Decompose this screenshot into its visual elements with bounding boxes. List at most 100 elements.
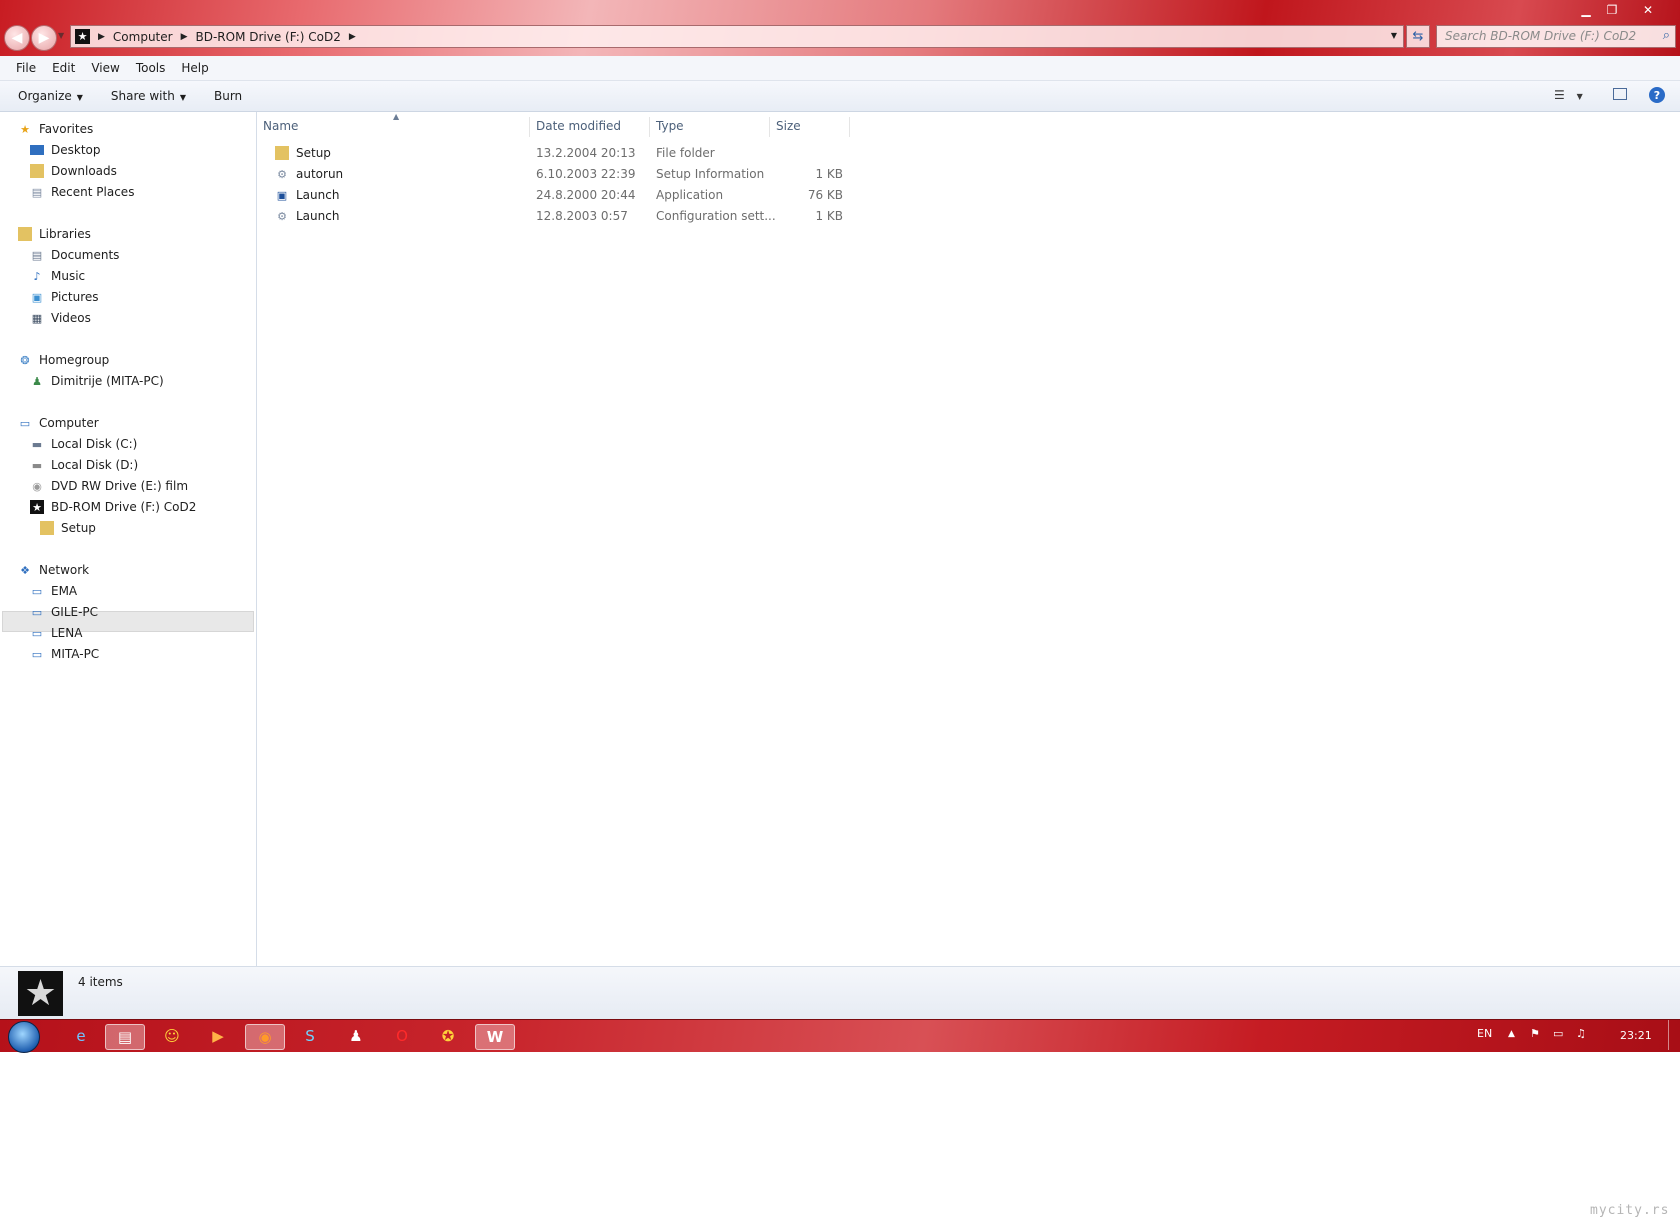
- opera-icon[interactable]: O: [383, 1024, 421, 1048]
- close-button[interactable]: ✕: [1625, 0, 1671, 19]
- file-row[interactable]: ▣ Launch 24.8.2000 20:44 Application 76 …: [257, 186, 857, 206]
- nav-item-network-pc[interactable]: ▭ EMA: [30, 584, 77, 598]
- show-hidden-icons-icon[interactable]: ▲: [1508, 1029, 1515, 1039]
- nav-item-network-pc[interactable]: ▭ MITA-PC: [30, 647, 99, 661]
- nav-homegroup[interactable]: ❂ Homegroup: [18, 353, 109, 367]
- volume-icon[interactable]: ♫: [1576, 1027, 1586, 1040]
- show-desktop-button[interactable]: [1668, 1020, 1679, 1050]
- chevron-right-icon[interactable]: ▶: [98, 32, 105, 42]
- nav-item-label: Pictures: [51, 290, 99, 304]
- column-header-size[interactable]: Size: [770, 117, 850, 137]
- menu-edit[interactable]: Edit: [44, 61, 83, 75]
- nav-computer-label: Computer: [39, 416, 99, 430]
- chevron-right-icon[interactable]: ▶: [349, 32, 356, 42]
- column-header-name[interactable]: Name: [257, 117, 530, 137]
- nav-item-documents[interactable]: ▤ Documents: [30, 248, 120, 262]
- network-tray-icon[interactable]: ▭: [1553, 1027, 1563, 1040]
- address-dropdown-icon[interactable]: ▼: [1391, 31, 1397, 40]
- nav-item-label: Local Disk (D:): [51, 458, 139, 472]
- nav-item-downloads[interactable]: Downloads: [30, 164, 117, 178]
- file-type: Configuration sett...: [656, 209, 776, 223]
- nav-item-local-disk-c[interactable]: ▬ Local Disk (C:): [30, 437, 138, 451]
- nav-item-videos[interactable]: ▦ Videos: [30, 311, 91, 325]
- organize-label: Organize: [18, 89, 72, 103]
- start-button[interactable]: [8, 1021, 40, 1053]
- messenger-smiley-icon[interactable]: ☺: [153, 1024, 191, 1048]
- firefox-icon[interactable]: ◉: [245, 1024, 285, 1050]
- taskbar: e ▤ ☺ ▶ ◉ S ♟ O ✪ W EN ▲ ⚑ ▭ ♫ 23:21: [0, 1019, 1680, 1053]
- nav-item-label: BD-ROM Drive (F:) CoD2: [51, 500, 197, 514]
- nav-item-label: GILE-PC: [51, 605, 99, 619]
- nav-item-bd-rom-drive[interactable]: ★ BD-ROM Drive (F:) CoD2: [30, 500, 196, 514]
- nav-network[interactable]: ❖ Network: [18, 563, 89, 577]
- restore-button[interactable]: ❐: [1599, 0, 1625, 19]
- nav-item-network-pc[interactable]: ▭ GILE-PC: [30, 605, 98, 619]
- preview-pane-button[interactable]: [1613, 88, 1627, 100]
- command-bar: Organize ▼ Share with ▼ Burn: [0, 81, 1680, 112]
- word-icon[interactable]: W: [475, 1024, 515, 1050]
- file-type: File folder: [656, 146, 715, 160]
- back-button[interactable]: ◀: [4, 25, 30, 51]
- navigation-pane: ★ Favorites Desktop Downloads ▤ Recent Pla…: [0, 112, 257, 966]
- drive-star-icon: ★: [75, 29, 90, 44]
- nav-computer[interactable]: ▭ Computer: [18, 416, 99, 430]
- nav-item-recent-places[interactable]: ▤ Recent Places: [30, 185, 135, 199]
- nav-item-local-disk-d[interactable]: ▬ Local Disk (D:): [30, 458, 138, 472]
- clock[interactable]: 23:21: [1620, 1029, 1652, 1042]
- refresh-button[interactable]: ⇆: [1406, 25, 1430, 48]
- menu-tools[interactable]: Tools: [128, 61, 174, 75]
- nav-item-pictures[interactable]: ▣ Pictures: [30, 290, 99, 304]
- column-header-type[interactable]: Type: [650, 117, 770, 137]
- menu-file[interactable]: File: [8, 61, 44, 75]
- skype-icon[interactable]: S: [291, 1024, 329, 1048]
- nav-item-dvd-drive[interactable]: ◉ DVD RW Drive (E:) film: [30, 479, 188, 493]
- organize-button[interactable]: Organize ▼: [8, 89, 93, 103]
- config-file-icon: ⚙: [277, 209, 287, 223]
- nav-libraries[interactable]: Libraries: [18, 227, 91, 241]
- action-center-flag-icon[interactable]: ⚑: [1530, 1027, 1540, 1040]
- recent-places-icon: ▤: [31, 185, 43, 199]
- network-computer-icon: ▭: [31, 584, 43, 598]
- file-row[interactable]: ⚙ Launch 12.8.2003 0:57 Configuration se…: [257, 207, 857, 227]
- details-view-icon: ☰: [1554, 88, 1565, 102]
- help-button[interactable]: ?: [1649, 87, 1665, 103]
- hard-drive-icon: ▬: [31, 458, 43, 472]
- file-type: Application: [656, 188, 724, 202]
- menu-view[interactable]: View: [83, 61, 127, 75]
- recent-pages-dropdown-icon[interactable]: ▼: [58, 31, 64, 40]
- forward-button[interactable]: ▶: [31, 25, 57, 51]
- item-count: 4 items: [78, 975, 123, 989]
- file-row[interactable]: Setup 13.2.2004 20:13 File folder: [257, 144, 857, 164]
- refresh-icon: ⇆: [1412, 29, 1424, 44]
- search-input[interactable]: Search BD-ROM Drive (F:) CoD2 ⌕: [1436, 25, 1676, 48]
- nav-item-label: Downloads: [51, 164, 117, 178]
- address-bar[interactable]: ★ ▶ Computer ▶ BD-ROM Drive (F:) CoD2 ▶ …: [70, 25, 1404, 48]
- nav-item-network-pc[interactable]: ▭ LENA: [30, 626, 83, 640]
- nav-item-music[interactable]: ♪ Music: [30, 269, 85, 283]
- nav-favorites[interactable]: ★ Favorites: [18, 122, 93, 136]
- network-computer-icon: ▭: [31, 605, 43, 619]
- language-indicator[interactable]: EN: [1477, 1027, 1492, 1040]
- nav-item-user[interactable]: ♟ Dimitrije (MITA-PC): [30, 374, 164, 388]
- media-player-icon[interactable]: ▶: [199, 1024, 237, 1048]
- share-with-button[interactable]: Share with ▼: [101, 89, 196, 103]
- breadcrumb-drive[interactable]: BD-ROM Drive (F:) CoD2: [196, 30, 341, 44]
- nav-item-label: Desktop: [51, 143, 101, 157]
- column-header-date[interactable]: Date modified: [530, 117, 650, 137]
- file-row[interactable]: ⚙ autorun 6.10.2003 22:39 Setup Informat…: [257, 165, 857, 185]
- search-icon[interactable]: ⌕: [1663, 28, 1670, 43]
- nav-item-setup-folder[interactable]: Setup: [40, 521, 96, 535]
- explorer-folder-icon[interactable]: ▤: [105, 1024, 145, 1050]
- menu-help[interactable]: Help: [173, 61, 216, 75]
- minimize-button[interactable]: ▁: [1573, 0, 1599, 19]
- chevron-right-icon[interactable]: ▶: [181, 32, 188, 42]
- internet-explorer-icon[interactable]: e: [62, 1024, 100, 1048]
- file-size: 1 KB: [815, 167, 843, 181]
- nav-item-desktop[interactable]: Desktop: [30, 143, 101, 157]
- watermark: mycity.rs: [1590, 1203, 1670, 1218]
- change-view-button[interactable]: ☰ ▼: [1554, 88, 1583, 102]
- game-emblem-icon[interactable]: ✪: [429, 1024, 467, 1048]
- breadcrumb-computer[interactable]: Computer: [113, 30, 173, 44]
- contacts-people-icon[interactable]: ♟: [337, 1024, 375, 1048]
- burn-button[interactable]: Burn: [204, 89, 252, 103]
